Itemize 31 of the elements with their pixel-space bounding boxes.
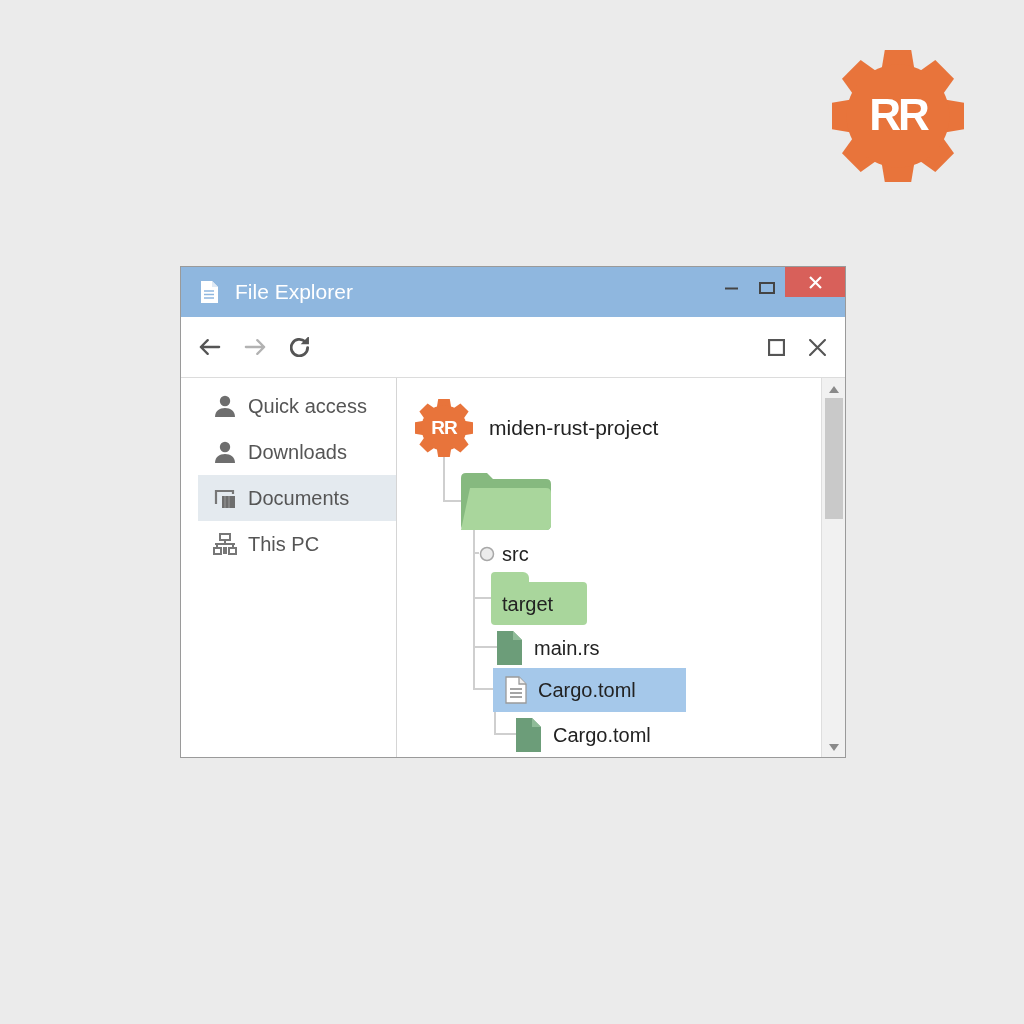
logo-text: RR <box>869 93 927 138</box>
document-icon <box>200 280 219 304</box>
sidebar-item[interactable]: Downloads <box>198 429 396 475</box>
folder-icon[interactable] <box>461 473 551 530</box>
tree-item[interactable]: Cargo.toml <box>516 718 651 752</box>
person-icon <box>213 440 237 464</box>
gear-icon <box>832 50 964 182</box>
tree-item[interactable]: main.rs <box>497 631 600 665</box>
sidebar-item[interactable]: Quick access <box>198 383 396 429</box>
maximize-icon <box>759 282 775 294</box>
document-icon <box>505 676 527 704</box>
scroll-up-icon[interactable] <box>828 386 839 393</box>
scrollbar[interactable] <box>821 378 845 757</box>
sidebar-item[interactable]: Documents <box>198 475 396 521</box>
person-icon <box>213 394 237 418</box>
file-icon <box>516 718 541 752</box>
tree-item[interactable]: Cargo.toml <box>493 668 686 712</box>
close-icon <box>808 275 822 289</box>
scrollbar-thumb[interactable] <box>824 398 843 519</box>
scroll-down-icon[interactable] <box>828 744 839 751</box>
tree-item[interactable]: src <box>479 543 529 565</box>
minimize-icon <box>724 286 738 290</box>
dot-icon <box>479 546 495 562</box>
network-icon <box>213 532 237 556</box>
sidebar-item[interactable]: This PC <box>198 521 396 567</box>
close-button[interactable] <box>785 267 845 297</box>
tree-item[interactable]: miden-rust-project <box>485 410 663 446</box>
window-title: File Explorer <box>235 279 353 306</box>
logo-text: RR <box>431 418 457 438</box>
gear-icon <box>415 399 473 457</box>
file-icon <box>497 631 522 665</box>
